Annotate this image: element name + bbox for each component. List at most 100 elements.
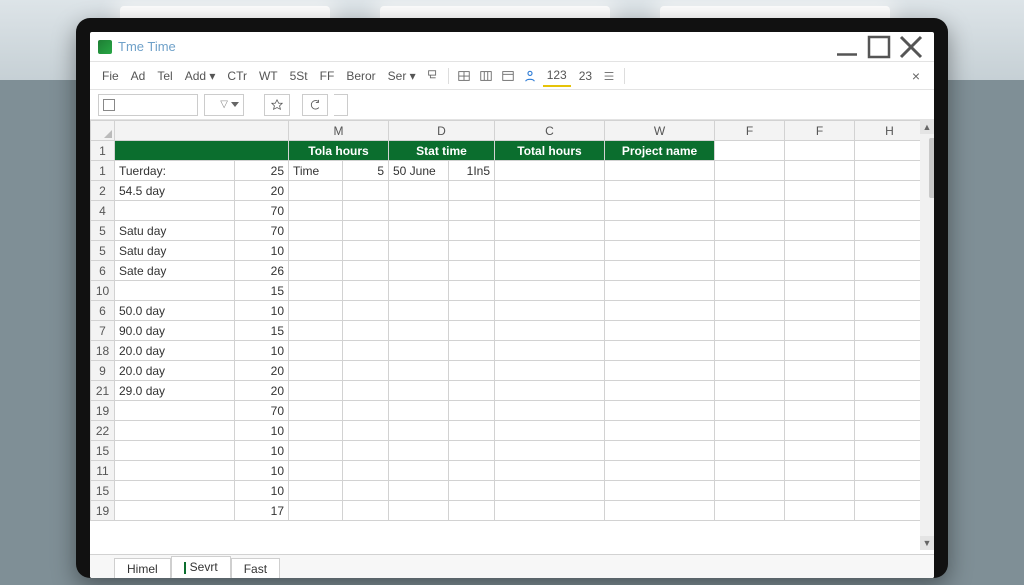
row-header[interactable]: 19 [91,501,115,521]
cell[interactable] [389,221,449,241]
cell[interactable]: 20 [235,361,289,381]
menu-5st[interactable]: 5St [286,66,312,86]
menu-ad[interactable]: Ad [127,66,150,86]
spreadsheet-grid[interactable]: MDCWFFH1Tola hoursStat timeTotal hoursPr… [90,120,920,554]
paint-format-icon[interactable] [424,67,442,85]
cell[interactable] [343,321,389,341]
cell[interactable] [855,501,920,521]
cell[interactable]: 10 [235,241,289,261]
cell[interactable] [449,321,495,341]
calendar-icon[interactable] [499,67,517,85]
col-header[interactable]: D [389,121,495,141]
menu-wt[interactable]: WT [255,66,282,86]
cell[interactable] [605,481,715,501]
cell[interactable]: Sate day [115,261,235,281]
row-header[interactable]: 15 [91,441,115,461]
cell[interactable]: Tola hours [289,141,389,161]
cell[interactable]: Stat time [389,141,495,161]
row-header[interactable]: 5 [91,241,115,261]
cell[interactable] [785,201,855,221]
cell[interactable] [605,401,715,421]
sheet-tab[interactable]: Fast [231,558,280,578]
cell[interactable] [343,481,389,501]
cell[interactable] [715,341,785,361]
cell[interactable]: 17 [235,501,289,521]
cell[interactable] [289,221,343,241]
cell[interactable] [343,441,389,461]
cell[interactable] [289,241,343,261]
row-header[interactable]: 6 [91,301,115,321]
table-icon[interactable] [455,67,473,85]
cell[interactable] [289,281,343,301]
cell[interactable] [495,481,605,501]
cell[interactable] [855,401,920,421]
cell[interactable]: 10 [235,461,289,481]
cell[interactable] [715,501,785,521]
cell[interactable] [389,481,449,501]
cell[interactable] [605,301,715,321]
cell[interactable] [605,181,715,201]
col-header[interactable]: M [289,121,389,141]
number-format-123[interactable]: 123 [543,65,571,87]
cell[interactable] [389,321,449,341]
cell[interactable] [495,241,605,261]
cell[interactable] [715,361,785,381]
cell[interactable] [785,361,855,381]
cell[interactable] [785,321,855,341]
cell[interactable] [289,261,343,281]
row-header[interactable]: 5 [91,221,115,241]
cell[interactable] [343,301,389,321]
cell[interactable]: 15 [235,281,289,301]
cell[interactable] [495,381,605,401]
cell[interactable]: Satu day [115,241,235,261]
cell[interactable] [449,301,495,321]
cell[interactable]: 70 [235,401,289,421]
cell[interactable] [855,141,920,161]
cell[interactable] [449,181,495,201]
row-header[interactable]: 21 [91,381,115,401]
cell[interactable] [495,341,605,361]
cell[interactable] [289,501,343,521]
cell[interactable] [389,281,449,301]
cell[interactable]: Tuerday: [115,161,235,181]
cell[interactable] [289,441,343,461]
cell[interactable] [785,441,855,461]
cell[interactable]: 10 [235,341,289,361]
cell[interactable] [449,481,495,501]
cell[interactable]: 50 June [389,161,449,181]
cell[interactable] [495,281,605,301]
cell[interactable] [449,441,495,461]
cell[interactable] [855,321,920,341]
cell[interactable] [343,421,389,441]
grid-icon[interactable] [477,67,495,85]
cell[interactable] [289,181,343,201]
cell[interactable] [605,381,715,401]
cell[interactable] [289,361,343,381]
cell[interactable] [785,401,855,421]
cell[interactable] [389,341,449,361]
cell[interactable] [855,201,920,221]
cell[interactable]: 90.0 day [115,321,235,341]
cell[interactable] [495,421,605,441]
cell[interactable] [495,321,605,341]
cell[interactable] [389,461,449,481]
minimize-button[interactable] [832,35,862,59]
cell[interactable]: 15 [235,321,289,341]
cell[interactable] [115,421,235,441]
cell[interactable] [605,461,715,481]
cell[interactable] [449,201,495,221]
cell[interactable] [495,361,605,381]
cell[interactable] [605,221,715,241]
cell[interactable] [449,241,495,261]
cell[interactable] [495,261,605,281]
number-format-23[interactable]: 23 [575,66,596,86]
cell[interactable] [115,461,235,481]
cell[interactable] [605,161,715,181]
scroll-thumb[interactable] [929,138,934,198]
cell[interactable] [715,161,785,181]
cell[interactable] [715,301,785,321]
col-header[interactable]: H [855,121,920,141]
col-header[interactable]: W [605,121,715,141]
cell[interactable] [449,341,495,361]
cell[interactable]: 70 [235,201,289,221]
